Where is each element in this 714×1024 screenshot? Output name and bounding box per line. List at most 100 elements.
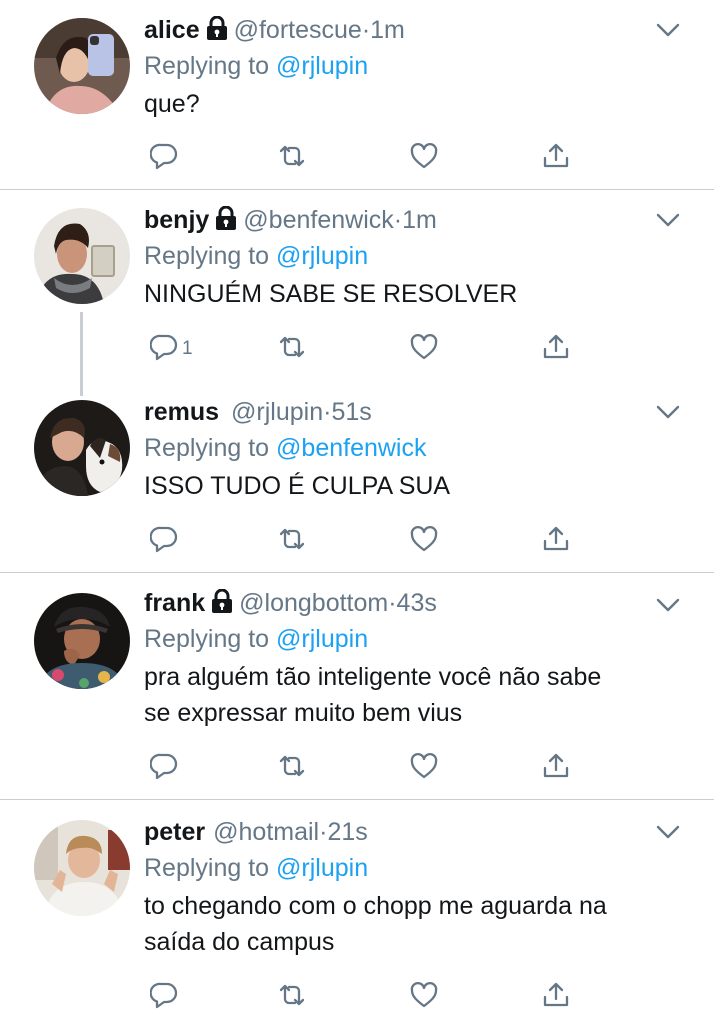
reply-icon [149,333,178,366]
replying-to: Replying to @rjlupin [144,850,674,886]
retweet-button[interactable] [278,334,306,364]
retweet-button[interactable] [278,753,306,783]
like-button[interactable] [410,752,438,785]
heart-icon [410,752,438,785]
tweet-text-line: se expressar muito bem vius [144,699,463,727]
like-button[interactable] [410,333,438,364]
reply-icon [149,752,178,785]
replying-to: Replying to @benfenwick [144,430,674,466]
replying-to-label: Replying to [144,854,270,882]
replying-to-label: Replying to [144,242,270,270]
tweet-text: pra alguém tão inteligente você não sabe… [144,659,674,731]
replying-to-label: Replying to [144,434,270,462]
chevron-down-icon[interactable] [656,404,680,420]
heart-icon [410,525,438,558]
lock-icon [206,14,228,50]
tweet-text: NINGUÉM SABE SE RESOLVER [144,276,674,312]
reply-count: 1 [182,338,193,359]
handle[interactable]: @rjlupin [231,398,323,426]
tweet[interactable]: remus @rjlupin·51s Replying to @benfenwic… [0,382,714,572]
tweet-header: benjy @benfenwick·1m [144,202,674,238]
tweet[interactable]: alice @fortescue·1m Replying to @rjlupin … [0,0,714,190]
mention-link[interactable]: @rjlupin [276,52,368,80]
replying-to-label: Replying to [144,52,270,80]
reply-button[interactable]: 1 [149,333,193,366]
tweet-actions [144,142,584,175]
timestamp[interactable]: 1m [370,16,405,44]
retweet-button[interactable] [278,526,306,556]
share-button[interactable] [542,334,570,364]
reply-button[interactable] [149,981,182,1014]
avatar[interactable] [34,820,130,916]
mention-link[interactable]: @rjlupin [276,625,368,653]
tweet-text: ISSO TUDO É CULPA SUA [144,468,674,504]
tweet[interactable]: benjy @benfenwick·1m Replying to @rjlupin… [0,190,714,380]
display-name[interactable]: alice [144,16,200,44]
reply-button[interactable] [149,525,182,558]
tweet-text: to chegando com o chopp me aguarda na sa… [144,888,674,960]
reply-icon [149,981,178,1014]
display-name[interactable]: peter [144,818,205,846]
replying-to: Replying to @rjlupin [144,621,674,657]
like-button[interactable] [410,981,438,1014]
like-button[interactable] [410,142,438,173]
chevron-down-icon[interactable] [656,597,680,613]
share-button[interactable] [542,753,570,783]
separator-dot: · [388,589,397,617]
handle[interactable]: @benfenwick [243,206,393,234]
retweet-icon [278,981,306,1014]
retweet-button[interactable] [278,143,306,173]
replying-to: Replying to @rjlupin [144,238,674,274]
reply-button[interactable] [149,752,182,785]
avatar[interactable] [34,593,130,689]
tweet-actions: 1 [144,333,584,366]
retweet-icon [278,142,306,175]
timestamp[interactable]: 1m [402,206,437,234]
tweet-text-line: que? [144,90,200,118]
tweet-header: remus @rjlupin·51s [144,394,674,430]
chevron-down-icon[interactable] [656,212,680,228]
mention-link[interactable]: @rjlupin [276,242,368,270]
tweet-text: que? [144,86,674,122]
display-name[interactable]: remus [144,398,219,426]
handle[interactable]: @fortescue [234,16,362,44]
share-button[interactable] [542,526,570,556]
display-name[interactable]: frank [144,589,205,617]
separator-dot: · [393,206,403,234]
display-name[interactable]: benjy [144,206,209,234]
timestamp[interactable]: 43s [397,589,437,617]
timestamp[interactable]: 21s [327,818,367,846]
tweet-text-line: to chegando com o chopp me aguarda na [144,892,607,920]
handle[interactable]: @longbottom [239,589,388,617]
tweet-header: frank @longbottom·43s [144,585,674,621]
share-button[interactable] [542,143,570,173]
avatar[interactable] [34,18,130,114]
avatar[interactable] [34,208,130,304]
chevron-down-icon[interactable] [656,22,680,38]
chevron-down-icon[interactable] [656,824,680,840]
share-icon [542,142,570,175]
tweet[interactable]: peter @hotmail·21s Replying to @rjlupin t… [0,800,714,1024]
mention-link[interactable]: @rjlupin [276,854,368,882]
replying-to: Replying to @rjlupin [144,48,674,84]
tweet[interactable]: frank @longbottom·43s Replying to @rjlupi… [0,573,714,799]
reply-icon [149,525,178,558]
like-button[interactable] [410,525,438,558]
reply-button[interactable] [149,142,182,175]
tweet-actions [144,752,584,785]
handle[interactable]: @hotmail [213,818,319,846]
share-button[interactable] [542,982,570,1012]
tweet-text-line: pra alguém tão inteligente você não sabe [144,663,602,691]
heart-icon [410,981,438,1014]
tweet-text-line: saída do campus [144,928,335,956]
lock-icon [215,204,237,240]
timestamp[interactable]: 51s [331,398,371,426]
avatar[interactable] [34,400,130,496]
retweet-button[interactable] [278,982,306,1012]
tweet-text-line: ISSO TUDO É CULPA SUA [144,472,451,500]
lock-icon [211,587,233,623]
reply-icon [149,142,178,175]
mention-link[interactable]: @benfenwick [276,434,426,462]
retweet-icon [278,752,306,785]
share-icon [542,525,570,558]
